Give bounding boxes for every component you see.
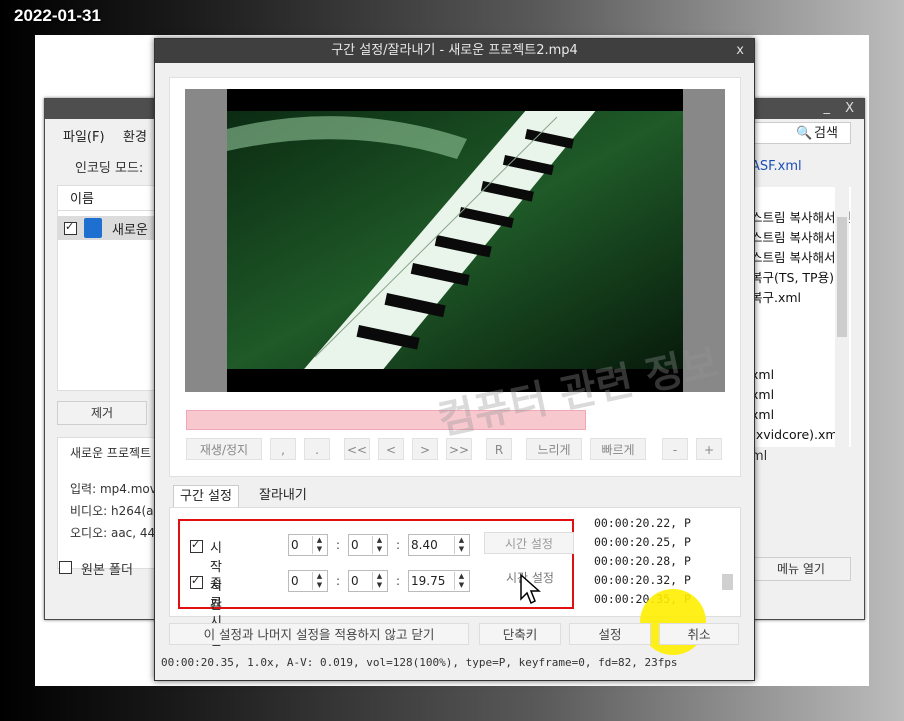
end-hour-spinner[interactable]: 0 ▲ ▼	[288, 570, 328, 592]
project-list[interactable]: 이름 새로운	[57, 185, 159, 391]
start-second-value: 8.40	[411, 538, 438, 552]
preset-item-asf[interactable]: ASF.xml	[751, 159, 802, 174]
next-frame-button[interactable]: .	[304, 438, 330, 460]
end-time-checkbox[interactable]	[190, 574, 203, 589]
project-info-panel: 새로운 프로젝트 입력: mp4.mov 비디오: h264(a 오디오: aa…	[57, 437, 159, 569]
preset-item[interactable]: 복구(TS, TP용)	[751, 267, 834, 286]
dialog-close-button[interactable]: x	[736, 39, 744, 63]
volume-up-button[interactable]: +	[696, 438, 722, 460]
source-folder-label: 원본 폴더	[81, 563, 133, 578]
search-icon: 🔍	[796, 126, 813, 141]
close-without-apply-button[interactable]: 이 설정과 나머지 설정을 적용하지 않고 닫기	[169, 623, 469, 645]
forward-button[interactable]: >	[412, 438, 438, 460]
repeat-button[interactable]: R	[486, 438, 512, 460]
status-bar: 00:00:20.35, 1.0x, A-V: 0.019, vol=128(1…	[161, 656, 678, 669]
start-second-spinner[interactable]: 8.40 ▲ ▼	[408, 534, 470, 556]
rewind-button[interactable]: <	[378, 438, 404, 460]
list-item[interactable]: 새로운	[58, 216, 158, 240]
dialog-title-bar: 구간 설정/잘라내기 - 새로운 프로젝트2.mp4 x	[155, 39, 754, 63]
open-menu-button[interactable]: 메뉴 열기	[751, 557, 851, 581]
spinner-arrows-icon[interactable]: ▲ ▼	[372, 572, 386, 590]
close-button[interactable]: X	[845, 101, 854, 116]
spinner-arrows-icon[interactable]: ▲ ▼	[312, 536, 326, 554]
log-item[interactable]: 00:00:20.32, P	[594, 573, 691, 587]
start-hour-value: 0	[291, 538, 299, 552]
log-scrollbar[interactable]	[720, 512, 734, 610]
info-audio: 오디오: aac, 44	[70, 526, 156, 540]
tab-range-setting[interactable]: 구간 설정	[173, 485, 239, 508]
colon: :	[336, 538, 341, 552]
preset-scrollbar-thumb[interactable]	[837, 217, 847, 337]
date-overlay: 2022-01-31	[14, 6, 101, 25]
dialog-title: 구간 설정/잘라내기 - 새로운 프로젝트2.mp4	[331, 43, 578, 58]
slower-button[interactable]: 느리게	[526, 438, 582, 460]
end-second-spinner[interactable]: 19.75 ▲ ▼	[408, 570, 470, 592]
search-label: 검색	[814, 126, 838, 141]
trim-dialog: 구간 설정/잘라내기 - 새로운 프로젝트2.mp4 x 재생/정지 , . <…	[154, 38, 755, 681]
list-item-label: 새로운	[112, 223, 148, 238]
colon: :	[396, 574, 401, 588]
list-item-checkbox[interactable]	[64, 220, 77, 235]
minimize-button[interactable]: _	[824, 100, 831, 115]
faster-button[interactable]: 빠르게	[590, 438, 646, 460]
hotkey-button[interactable]: 단축키	[479, 623, 561, 645]
encoding-mode-label: 인코딩 모드:	[75, 161, 144, 176]
video-frame	[227, 89, 683, 392]
menu-file[interactable]: 파일(F)	[63, 126, 105, 145]
end-second-value: 19.75	[411, 574, 446, 588]
source-folder-checkbox[interactable]	[59, 561, 72, 574]
log-scrollbar-thumb[interactable]	[722, 574, 733, 590]
colon: :	[336, 574, 341, 588]
log-item[interactable]: 00:00:20.25, P	[594, 535, 691, 549]
log-item[interactable]: 00:00:20.28, P	[594, 554, 691, 568]
preset-item[interactable]: 복구.xml	[751, 287, 801, 306]
end-minute-spinner[interactable]: 0 ▲ ▼	[348, 570, 388, 592]
volume-down-button[interactable]: -	[662, 438, 688, 460]
spinner-arrows-icon[interactable]: ▲ ▼	[454, 572, 468, 590]
colon: :	[396, 538, 401, 552]
spinner-arrows-icon[interactable]: ▲ ▼	[454, 536, 468, 554]
end-hour-value: 0	[291, 574, 299, 588]
start-set-time-button[interactable]: 시간 설정	[484, 532, 574, 554]
tab-cut[interactable]: 잘라내기	[253, 485, 313, 507]
list-header-name: 이름	[58, 186, 158, 211]
cancel-button[interactable]: 취소	[659, 623, 739, 645]
play-pause-button[interactable]: 재생/정지	[186, 438, 262, 460]
spinner-arrows-icon[interactable]: ▲ ▼	[372, 536, 386, 554]
end-minute-value: 0	[351, 574, 359, 588]
log-item[interactable]: 00:00:20.22, P	[594, 516, 691, 530]
preset-item[interactable]: 스트림 복사해서	[751, 247, 835, 266]
spinner-arrows-icon[interactable]: ▲ ▼	[312, 572, 326, 590]
info-input: 입력: mp4.mov	[70, 482, 157, 496]
start-hour-spinner[interactable]: 0 ▲ ▼	[288, 534, 328, 556]
info-video: 비디오: h264(a	[70, 504, 154, 518]
remove-button[interactable]: 제거	[57, 401, 147, 425]
video-file-icon	[84, 218, 102, 238]
preset-scrollbar[interactable]	[835, 187, 849, 517]
menu-settings[interactable]: 환경	[123, 126, 147, 145]
rewind-fast-button[interactable]: <<	[344, 438, 370, 460]
preset-item[interactable]: (xvidcore).xml	[751, 427, 841, 442]
start-minute-spinner[interactable]: 0 ▲ ▼	[348, 534, 388, 556]
mouse-cursor-icon	[520, 573, 541, 605]
preset-item[interactable]: 스트림 복사해서	[751, 227, 835, 246]
start-time-checkbox[interactable]	[190, 538, 203, 553]
info-title: 새로운 프로젝트	[70, 446, 152, 460]
prev-frame-button[interactable]: ,	[270, 438, 296, 460]
start-minute-value: 0	[351, 538, 359, 552]
search-button[interactable]: 🔍 검색	[751, 122, 851, 144]
settings-button[interactable]: 설정	[569, 623, 651, 645]
